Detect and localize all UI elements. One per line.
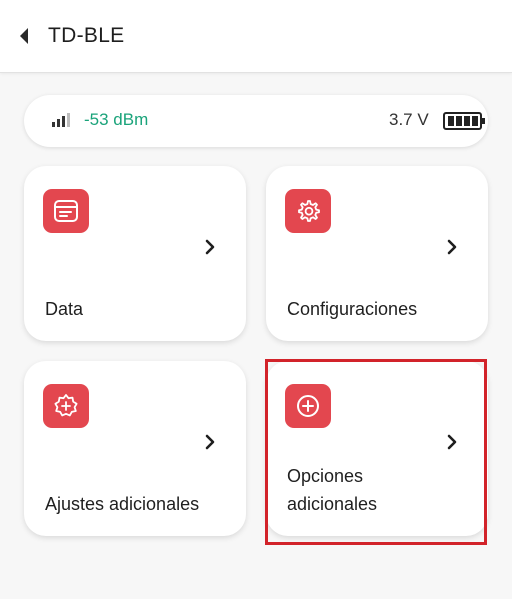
card-opciones-adicionales[interactable]: Opciones adicionales bbox=[266, 361, 488, 536]
settings-badge-icon bbox=[43, 384, 89, 428]
card-data-label: Data bbox=[45, 299, 84, 319]
chevron-right-icon bbox=[447, 434, 457, 450]
battery-icon bbox=[443, 112, 485, 130]
document-icon bbox=[43, 189, 89, 233]
voltage-value: 3.7 V bbox=[389, 110, 429, 129]
gear-icon bbox=[285, 189, 331, 233]
status-bar: -53 dBm 3.7 V bbox=[24, 95, 488, 147]
page-title: TD-BLE bbox=[48, 24, 125, 47]
back-button[interactable] bbox=[12, 22, 36, 50]
chevron-left-icon bbox=[20, 28, 28, 44]
chevron-right-icon bbox=[205, 434, 215, 450]
card-data[interactable]: Data bbox=[24, 166, 246, 341]
app-header: TD-BLE bbox=[0, 0, 512, 73]
chevron-right-icon bbox=[205, 239, 215, 255]
plus-circle-icon bbox=[285, 384, 331, 428]
card-opciones-adicionales-label: Opciones adicionales bbox=[287, 466, 378, 514]
card-configuraciones-label: Configuraciones bbox=[287, 299, 418, 319]
signal-value: -53 dBm bbox=[84, 110, 149, 129]
signal-strength-icon bbox=[52, 113, 70, 127]
card-ajustes-adicionales-label: Ajustes adicionales bbox=[45, 494, 200, 514]
chevron-right-icon bbox=[447, 239, 457, 255]
card-configuraciones[interactable]: Configuraciones bbox=[266, 166, 488, 341]
card-ajustes-adicionales[interactable]: Ajustes adicionales bbox=[24, 361, 246, 536]
